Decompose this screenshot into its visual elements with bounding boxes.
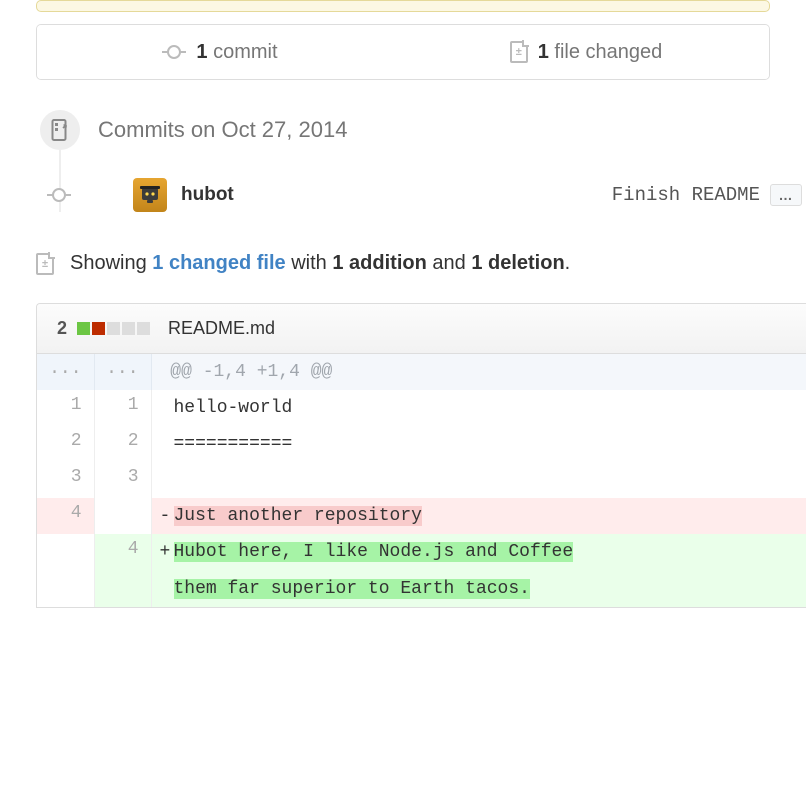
diff-change-count: 2: [57, 318, 67, 339]
commits-timeline: Commits on Oct 27, 2014 hubot Finish REA…: [40, 110, 806, 212]
line-num-new: ...: [94, 354, 151, 390]
diff-summary: ± Showing 1 changed file with 1 addition…: [36, 252, 770, 275]
diff-line: 33: [37, 462, 806, 498]
commits-count: 1: [196, 41, 207, 63]
changed-files-link[interactable]: 1 changed file: [152, 252, 285, 274]
showing-prefix: Showing: [70, 252, 147, 274]
line-num-old: 2: [37, 426, 94, 462]
code-line: [151, 462, 806, 498]
additions-count: 1 addition: [332, 252, 426, 274]
repo-push-icon: [40, 110, 80, 150]
timeline-date-heading: Commits on Oct 27, 2014: [98, 117, 347, 143]
deletions-count: 1 deletion: [471, 252, 564, 274]
files-changed-stat[interactable]: ± 1 file changed: [403, 25, 769, 79]
line-num-new: [94, 498, 151, 534]
diff-filename[interactable]: README.md: [168, 318, 275, 339]
line-num-new: 4: [94, 534, 151, 570]
line-num-new: [94, 571, 151, 607]
line-num-new: 1: [94, 390, 151, 426]
diff-file: 2 README.md ...... @@ -1,4 +1,4 @@11 hel…: [36, 303, 806, 608]
file-diff-icon: ±: [36, 253, 54, 275]
diff-line: 22 ===========: [37, 426, 806, 462]
line-num-old: 3: [37, 462, 94, 498]
diff-line: 4+Hubot here, I like Node.js and Coffee: [37, 534, 806, 570]
code-line: hello-world: [151, 390, 806, 426]
alert-banner: [36, 0, 770, 12]
diff-line: 11 hello-world: [37, 390, 806, 426]
diff-stat-squares: [77, 322, 150, 335]
line-num-old: 1: [37, 390, 94, 426]
code-line: ===========: [151, 426, 806, 462]
commits-label: commit: [213, 41, 277, 63]
author-avatar[interactable]: [133, 178, 167, 212]
commits-stat[interactable]: 1 commit: [37, 25, 403, 79]
line-num-old: ...: [37, 354, 94, 390]
files-label: file changed: [554, 41, 662, 63]
timeline-header: Commits on Oct 27, 2014: [40, 110, 806, 150]
commit-row: hubot Finish README …: [47, 178, 806, 212]
commit-node-icon: [47, 187, 71, 203]
code-line: -Just another repository: [151, 498, 806, 534]
commit-icon: [162, 44, 186, 60]
line-num-new: 3: [94, 462, 151, 498]
diff-table: ...... @@ -1,4 +1,4 @@11 hello-world22 =…: [37, 354, 806, 607]
commit-message[interactable]: Finish README: [612, 184, 760, 206]
line-num-old: [37, 571, 94, 607]
diff-file-header: 2 README.md: [37, 304, 806, 354]
line-num-new: 2: [94, 426, 151, 462]
hunk-header: @@ -1,4 +1,4 @@: [151, 354, 806, 390]
file-diff-icon: ±: [510, 41, 528, 63]
diff-line: them far superior to Earth tacos.: [37, 571, 806, 607]
diff-line: 4 -Just another repository: [37, 498, 806, 534]
files-count: 1: [538, 41, 549, 63]
code-line: +Hubot here, I like Node.js and Coffee: [151, 534, 806, 570]
commit-more-button[interactable]: …: [770, 184, 802, 206]
line-num-old: [37, 534, 94, 570]
commit-author[interactable]: hubot: [181, 184, 234, 206]
stats-bar: 1 commit ± 1 file changed: [36, 24, 770, 80]
line-num-old: 4: [37, 498, 94, 534]
code-line: them far superior to Earth tacos.: [151, 571, 806, 607]
